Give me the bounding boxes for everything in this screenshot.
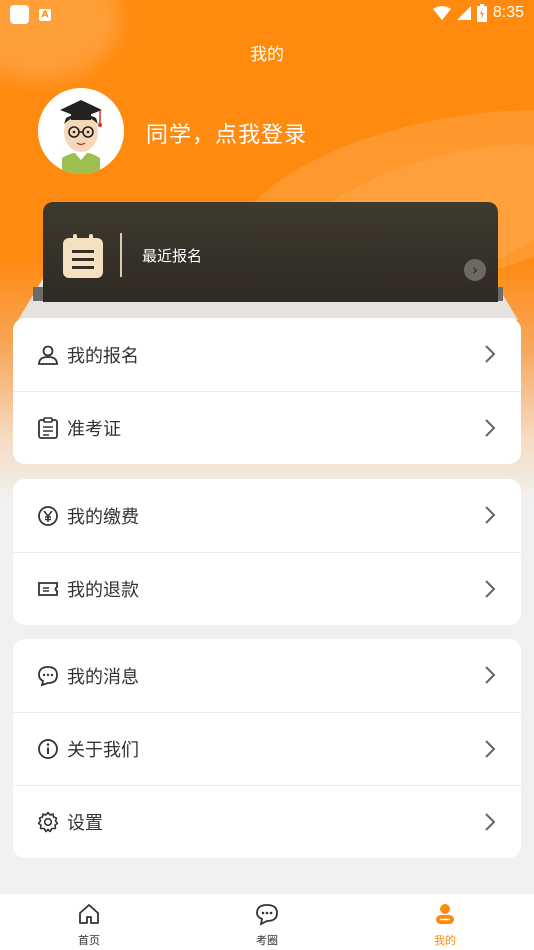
menu-item-label: 关于我们 xyxy=(67,740,139,761)
profile-icon xyxy=(436,904,454,924)
clipboard-icon xyxy=(37,417,59,439)
battery-icon xyxy=(476,4,487,22)
yen-icon xyxy=(37,505,59,527)
menu-item-my-registration[interactable]: 我的报名 xyxy=(13,318,521,391)
menu-item-label: 我的缴费 xyxy=(67,506,139,528)
chevron-right-icon xyxy=(485,580,496,598)
menu-item-my-payment[interactable]: 我的缴费 xyxy=(13,479,521,552)
menu-item-label: 准考证 xyxy=(67,419,121,440)
chevron-right-icon xyxy=(485,506,496,524)
tab-mine[interactable]: 我的 xyxy=(405,902,485,948)
menu-item-my-messages[interactable]: 我的消息 xyxy=(13,639,521,712)
chevron-right-icon xyxy=(485,666,496,684)
menu-group-registration: 我的报名 准考证 xyxy=(13,318,521,464)
clock: 8:35 xyxy=(492,4,524,21)
status-bar: A 8:35 xyxy=(0,0,534,28)
menu-group-payment: 我的缴费 我的退款 xyxy=(13,479,521,625)
user-icon xyxy=(37,344,59,366)
menu-item-my-refund[interactable]: 我的退款 xyxy=(13,552,521,625)
info-icon xyxy=(37,738,59,760)
avatar-graduate-icon xyxy=(38,88,124,174)
page-title: 我的 xyxy=(250,45,284,65)
login-prompt[interactable]: 同学，点我登录 xyxy=(146,117,307,149)
menu-item-label: 我的报名 xyxy=(67,345,139,367)
chevron-right-icon xyxy=(485,740,496,758)
tab-exam-circle[interactable]: 考圈 xyxy=(227,902,307,948)
chat-bubble-icon xyxy=(256,904,278,926)
chevron-right-icon xyxy=(485,345,496,363)
gear-icon xyxy=(37,811,59,833)
signal-icon xyxy=(456,6,471,20)
chat-icon xyxy=(37,665,59,687)
menu-item-settings[interactable]: 设置 xyxy=(13,785,521,858)
avatar[interactable] xyxy=(38,88,124,174)
app-notification-icon: A xyxy=(39,8,51,21)
tab-label: 我的 xyxy=(434,934,456,947)
chevron-right-icon xyxy=(485,813,496,831)
recent-registration-label: 最近报名 xyxy=(142,247,203,265)
notification-icon xyxy=(10,5,29,24)
tab-label: 首页 xyxy=(78,934,100,947)
tab-label: 考圈 xyxy=(256,934,278,947)
divider xyxy=(120,233,122,277)
bottom-tab-bar: 首页 考圈 我的 xyxy=(0,893,534,950)
tab-home[interactable]: 首页 xyxy=(49,902,129,948)
menu-item-label: 我的消息 xyxy=(67,666,139,688)
wifi-icon xyxy=(432,6,451,20)
menu-item-label: 设置 xyxy=(67,813,103,834)
menu-item-admission-ticket[interactable]: 准考证 xyxy=(13,391,521,464)
chevron-right-icon[interactable]: › xyxy=(464,259,486,281)
menu-item-label: 我的退款 xyxy=(67,580,139,601)
menu-item-about-us[interactable]: 关于我们 xyxy=(13,712,521,785)
notepad-icon xyxy=(63,234,103,278)
ticket-icon xyxy=(37,578,59,600)
chevron-right-icon xyxy=(485,419,496,437)
menu-group-other: 我的消息 关于我们 设置 xyxy=(13,639,521,858)
home-icon xyxy=(79,904,99,924)
recent-registration-card[interactable]: 最近报名 › xyxy=(43,202,498,302)
